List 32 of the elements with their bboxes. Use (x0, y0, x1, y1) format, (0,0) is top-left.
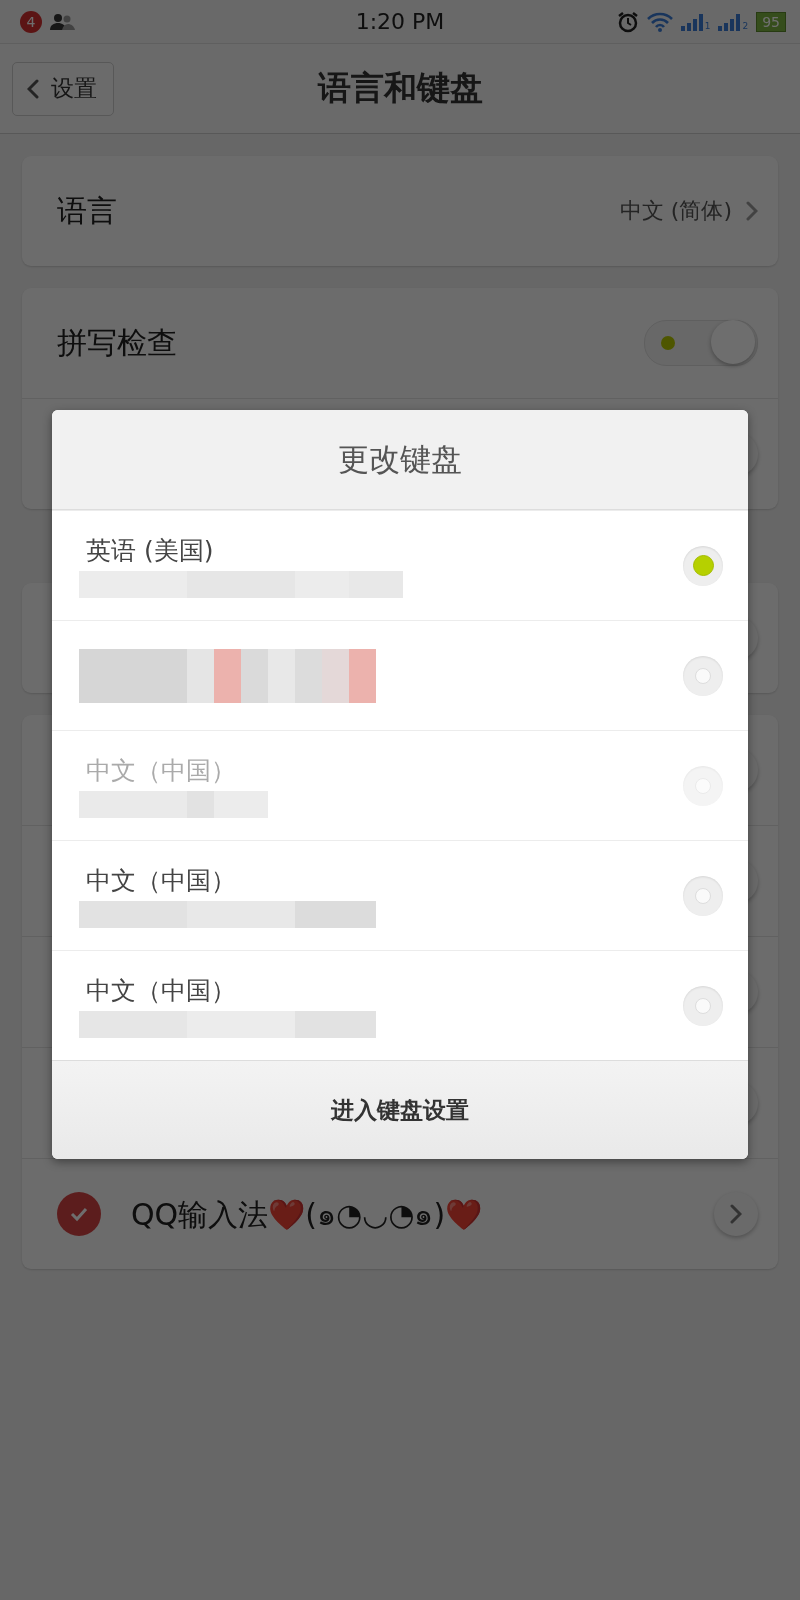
radio-button[interactable] (683, 655, 723, 696)
wifi-icon (646, 11, 673, 32)
keyboard-option[interactable]: 英语 (美国) (52, 510, 748, 620)
setting-label: 拼写检查 (57, 323, 177, 362)
radio-button[interactable] (683, 875, 723, 916)
page-title: 语言和键盘 (317, 67, 483, 109)
keyboard-option[interactable] (52, 620, 748, 730)
alarm-icon (616, 10, 639, 33)
toggle-switch[interactable] (644, 320, 758, 366)
option-label: 中文（中国） (85, 864, 236, 897)
setting-label: 语言 (57, 191, 117, 230)
keyboard-option[interactable]: 中文（中国） (52, 950, 748, 1060)
setting-label: QQ输入法❤(๑◔◡◔๑)❤ (131, 1195, 483, 1234)
chevron-icon (746, 201, 758, 221)
radio-button[interactable] (683, 545, 723, 586)
radio-button[interactable] (683, 985, 723, 1026)
contacts-icon (50, 12, 76, 31)
setting-value: 中文 (简体) (619, 197, 732, 225)
chevron-icon (27, 78, 39, 99)
checkmark-icon (69, 1206, 89, 1222)
chevron-button[interactable] (714, 1192, 758, 1236)
chevron-icon (730, 1204, 742, 1224)
option-label: 英语 (美国) (85, 534, 214, 567)
notification-badge: 4 (20, 10, 42, 33)
checkbox[interactable] (57, 1192, 101, 1236)
clock-time: 1:20 PM (355, 9, 445, 34)
dialog-title: 更改键盘 (338, 439, 462, 479)
keyboard-settings-button[interactable]: 进入键盘设置 (52, 1060, 748, 1159)
keyboard-option[interactable]: 中文（中国） (52, 840, 748, 950)
option-label: 中文（中国） (85, 754, 236, 787)
battery-level: 95 (756, 11, 786, 32)
option-label: 中文（中国） (85, 974, 236, 1007)
